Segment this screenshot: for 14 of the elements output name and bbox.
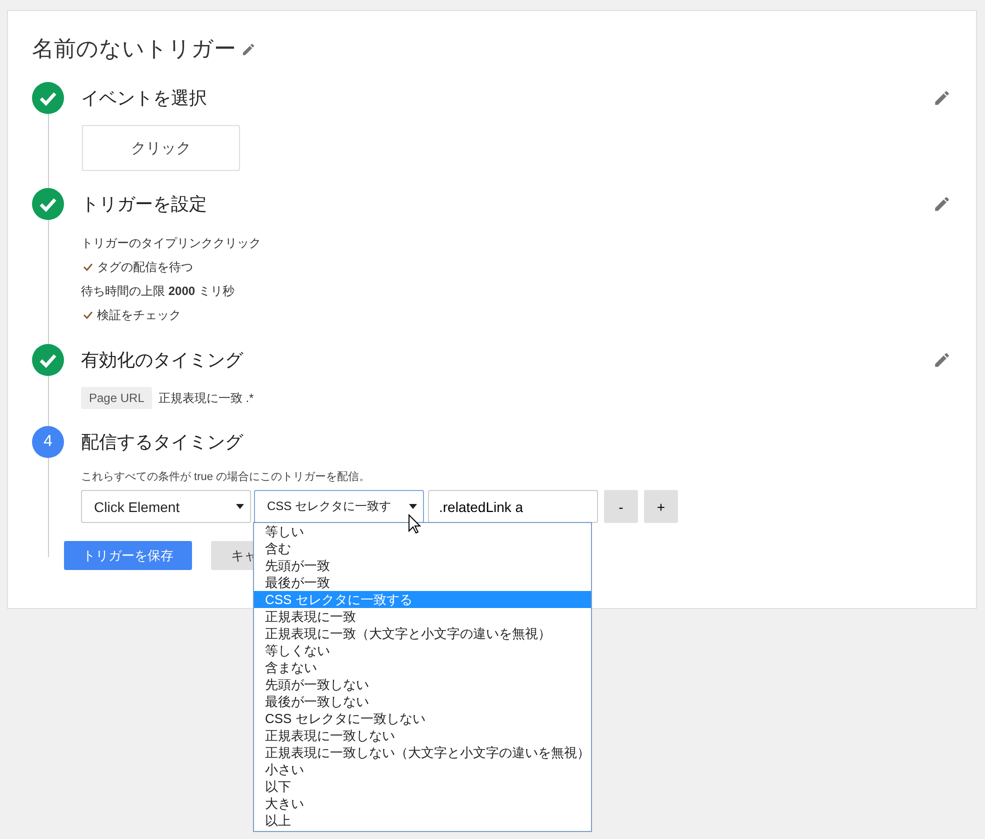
step-title: イベントを選択 <box>81 87 207 110</box>
setting-text: トリガーのタイプリンククリック <box>81 234 261 252</box>
setting-text: タグの配信を待つ <box>97 258 193 276</box>
step-title: 配信するタイミング <box>81 431 243 454</box>
condition-text: 正規表現に一致 .* <box>158 390 254 406</box>
setting-text: 待ち時間の上限 2000 ミリ秒 <box>81 282 234 300</box>
step-title: 有効化のタイミング <box>81 349 243 372</box>
variable-chip: Page URL <box>81 387 152 409</box>
trigger-title: 名前のないトリガー <box>32 35 236 63</box>
event-type-box: クリック <box>82 125 240 171</box>
step-title: トリガーを設定 <box>81 193 207 216</box>
setting-text: 検証をチェック <box>97 306 181 324</box>
condition-note: これらすべての条件が true の場合にこのトリガーを配信。 <box>81 470 372 484</box>
step-number: 4 <box>32 426 64 458</box>
